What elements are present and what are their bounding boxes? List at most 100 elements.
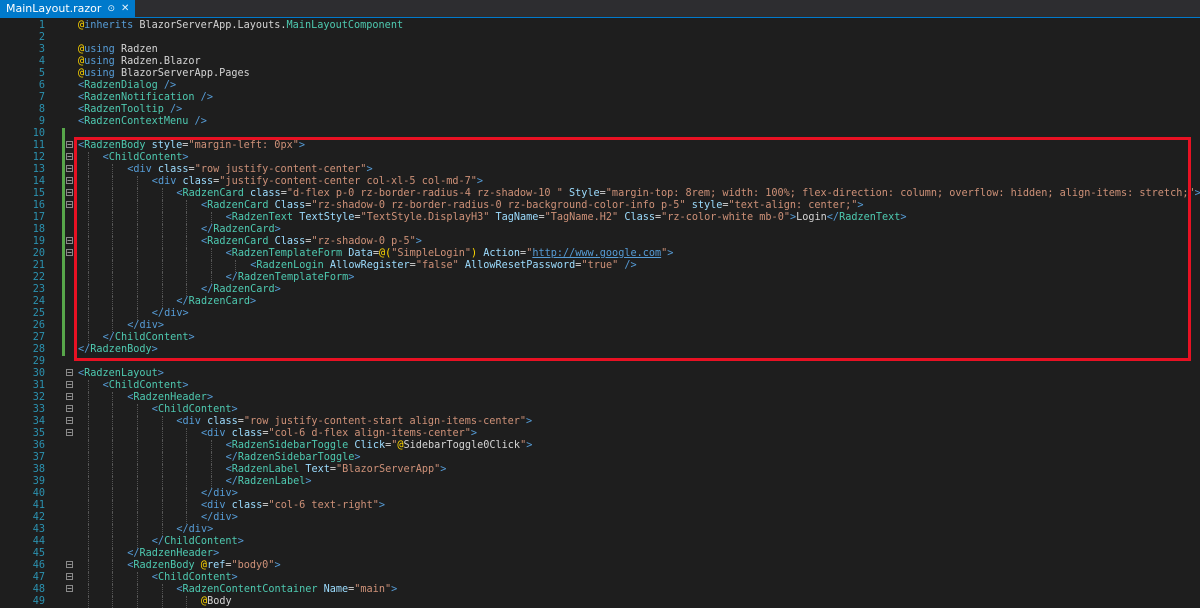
fold-toggle-icon[interactable]: − bbox=[66, 381, 73, 389]
code-line[interactable]: 41 <div class="col-6 text-right"> bbox=[0, 500, 1200, 512]
fold-toggle-icon[interactable]: − bbox=[66, 165, 73, 173]
code-line[interactable]: 46 − <RadzenBody @ref="body0"> bbox=[0, 560, 1200, 572]
code-line[interactable]: 21 <RadzenLogin AllowRegister="false" All… bbox=[0, 260, 1200, 272]
close-icon[interactable]: ✕ bbox=[121, 0, 129, 18]
code-line[interactable]: 4 @using Radzen.Blazor bbox=[0, 56, 1200, 68]
code-line[interactable]: 30 − <RadzenLayout> bbox=[0, 368, 1200, 380]
code-token: MainLayoutComponent bbox=[286, 20, 404, 31]
line-number: 4 bbox=[38, 56, 45, 67]
code-line[interactable]: 16 − <RadzenCard Class="rz-shadow-0 rz-bor… bbox=[0, 200, 1200, 212]
code-line[interactable]: 7 <RadzenNotification /> bbox=[0, 92, 1200, 104]
code-text: </RadzenHeader> bbox=[127, 548, 219, 560]
code-line[interactable]: 19 − <RadzenCard Class="rz-shadow-0 p-5"> bbox=[0, 236, 1200, 248]
fold-toggle-icon[interactable]: − bbox=[66, 201, 73, 209]
code-line[interactable]: 23 </RadzenCard> bbox=[0, 284, 1200, 296]
fold-toggle-icon[interactable]: − bbox=[66, 141, 73, 149]
code-token: RadzenHeader bbox=[139, 548, 214, 559]
code-line[interactable]: 49 @Body bbox=[0, 596, 1200, 608]
code-token: </ bbox=[176, 524, 189, 535]
code-line[interactable]: 8 <RadzenTooltip /> bbox=[0, 104, 1200, 116]
code-text: </ChildContent> bbox=[103, 332, 195, 344]
fold-toggle-icon[interactable]: − bbox=[66, 429, 73, 437]
code-token: Click bbox=[348, 440, 386, 451]
code-line[interactable]: 15 − <RadzenCard class="d-flex p-0 rz-bord… bbox=[0, 188, 1200, 200]
fold-toggle-icon[interactable]: − bbox=[66, 237, 73, 245]
code-line[interactable]: 24 </RadzenCard> bbox=[0, 296, 1200, 308]
code-line[interactable]: 11 − <RadzenBody style="margin-left: 0px"> bbox=[0, 140, 1200, 152]
line-number: 43 bbox=[32, 524, 45, 535]
code-line[interactable]: 29 bbox=[0, 356, 1200, 368]
code-line[interactable]: 47 − <ChildContent> bbox=[0, 572, 1200, 584]
code-line[interactable]: 13 − <div class="row justify-content-cente… bbox=[0, 164, 1200, 176]
fold-toggle-icon[interactable]: − bbox=[66, 249, 73, 257]
code-token: RadzenContextMenu bbox=[84, 116, 189, 127]
code-token: class bbox=[225, 500, 263, 511]
code-line[interactable]: 25 </div> bbox=[0, 308, 1200, 320]
fold-toggle-icon[interactable]: − bbox=[66, 573, 73, 581]
fold-toggle-icon[interactable]: − bbox=[66, 177, 73, 185]
code-text: <div class="col-6 text-right"> bbox=[201, 500, 385, 512]
code-line[interactable]: 39 </RadzenLabel> bbox=[0, 476, 1200, 488]
code-token: ChildContent bbox=[108, 152, 183, 163]
code-line[interactable]: 48 − <RadzenContentContainer Name="main"> bbox=[0, 584, 1200, 596]
pin-icon[interactable]: ⊙ bbox=[107, 0, 115, 18]
line-number: 49 bbox=[32, 596, 45, 607]
code-line[interactable]: 6 <RadzenDialog /> bbox=[0, 80, 1200, 92]
code-line[interactable]: 5 @using BlazorServerApp.Pages bbox=[0, 68, 1200, 80]
fold-toggle-icon[interactable]: − bbox=[66, 585, 73, 593]
fold-toggle-icon[interactable]: − bbox=[66, 417, 73, 425]
code-text: <div class="justify-content-center col-x… bbox=[152, 176, 483, 188]
code-line[interactable]: 35 − <div class="col-6 d-flex align-items-… bbox=[0, 428, 1200, 440]
code-line[interactable]: 40 </div> bbox=[0, 488, 1200, 500]
code-line[interactable]: 14 − <div class="justify-content-center co… bbox=[0, 176, 1200, 188]
fold-toggle-icon[interactable]: − bbox=[66, 561, 73, 569]
code-line[interactable]: 1 @inherits BlazorServerApp.Layouts.MainL… bbox=[0, 20, 1200, 32]
code-token: style bbox=[685, 200, 723, 211]
fold-toggle-icon[interactable]: − bbox=[66, 153, 73, 161]
code-text: <ChildContent> bbox=[103, 152, 189, 164]
code-text: </div> bbox=[152, 308, 189, 320]
code-line[interactable]: 26 </div> bbox=[0, 320, 1200, 332]
fold-toggle-icon[interactable]: − bbox=[66, 189, 73, 197]
line-number: 27 bbox=[32, 332, 45, 343]
code-line[interactable]: 2 bbox=[0, 32, 1200, 44]
fold-toggle-icon[interactable]: − bbox=[66, 393, 73, 401]
code-token: ChildContent bbox=[157, 572, 232, 583]
code-text: </RadzenCard> bbox=[176, 296, 256, 308]
line-number: 14 bbox=[32, 176, 45, 187]
code-line[interactable]: 20 − <RadzenTemplateForm Data=@("SimpleLog… bbox=[0, 248, 1200, 260]
code-line[interactable]: 36 <RadzenSidebarToggle Click="@SidebarTo… bbox=[0, 440, 1200, 452]
code-line[interactable]: 22 </RadzenTemplateForm> bbox=[0, 272, 1200, 284]
line-number: 10 bbox=[32, 128, 45, 139]
code-line[interactable]: 17 <RadzenText TextStyle="TextStyle.Displ… bbox=[0, 212, 1200, 224]
code-text: <RadzenTooltip /> bbox=[78, 104, 182, 116]
code-line[interactable]: 32 − <RadzenHeader> bbox=[0, 392, 1200, 404]
code-token: div bbox=[182, 416, 201, 427]
tab-mainlayout-razor[interactable]: MainLayout.razor ⊙ ✕ bbox=[0, 0, 136, 18]
code-line[interactable]: 31 − <ChildContent> bbox=[0, 380, 1200, 392]
code-line[interactable]: 42 </div> bbox=[0, 512, 1200, 524]
code-line[interactable]: 3 @using Radzen bbox=[0, 44, 1200, 56]
line-number: 5 bbox=[38, 68, 45, 79]
code-token: > bbox=[231, 512, 238, 523]
code-line[interactable]: 34 − <div class="row justify-content-start… bbox=[0, 416, 1200, 428]
code-line[interactable]: 27 </ChildContent> bbox=[0, 332, 1200, 344]
fold-toggle-icon[interactable]: − bbox=[66, 405, 73, 413]
code-line[interactable]: 12 − <ChildContent> bbox=[0, 152, 1200, 164]
code-token: </ bbox=[826, 212, 840, 223]
code-line[interactable]: 43 </div> bbox=[0, 524, 1200, 536]
code-line[interactable]: 38 <RadzenLabel Text="BlazorServerApp"> bbox=[0, 464, 1200, 476]
code-line[interactable]: 9 <RadzenContextMenu /> bbox=[0, 116, 1200, 128]
code-text: <RadzenContentContainer Name="main"> bbox=[176, 584, 397, 596]
code-line[interactable]: 10 bbox=[0, 128, 1200, 140]
code-line[interactable]: 44 </ChildContent> bbox=[0, 536, 1200, 548]
code-token: RadzenTemplateForm bbox=[237, 272, 349, 283]
code-editor[interactable]: 1 @inherits BlazorServerApp.Layouts.MainL… bbox=[0, 18, 1200, 608]
fold-toggle-icon[interactable]: − bbox=[66, 369, 73, 377]
code-token: RadzenTemplateForm bbox=[231, 248, 343, 259]
code-line[interactable]: 37 </RadzenSidebarToggle> bbox=[0, 452, 1200, 464]
code-line[interactable]: 18 </RadzenCard> bbox=[0, 224, 1200, 236]
code-line[interactable]: 33 − <ChildContent> bbox=[0, 404, 1200, 416]
code-line[interactable]: 28 </RadzenBody> bbox=[0, 344, 1200, 356]
code-line[interactable]: 45 </RadzenHeader> bbox=[0, 548, 1200, 560]
